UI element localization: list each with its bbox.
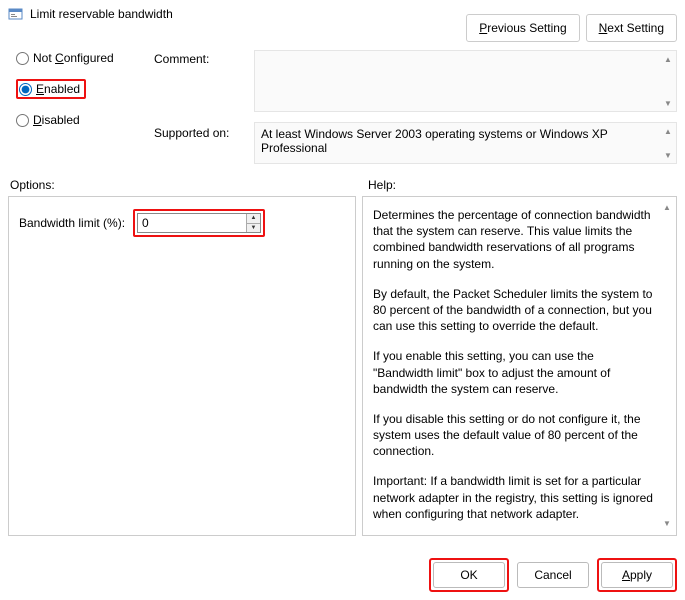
supported-textarea: At least Windows Server 2003 operating s… [254,122,677,164]
help-paragraph: Determines the percentage of connection … [373,207,654,272]
help-paragraph: If you enable this setting, you can use … [373,348,654,397]
cancel-button[interactable]: Cancel [517,562,589,588]
help-paragraph: If you disable this setting or do not co… [373,411,654,460]
comment-label: Comment: [154,50,248,112]
bandwidth-limit-highlight: ▲ ▼ [133,209,265,237]
apply-highlight: Apply [597,558,677,592]
dialog-buttons: OK Cancel Apply [429,558,677,592]
radio-disabled-input[interactable] [16,114,29,127]
bandwidth-limit-input[interactable] [138,214,246,232]
nav-buttons: Previous Setting Next Setting [466,14,677,42]
options-label: Options: [8,178,362,192]
radio-enabled-input[interactable] [19,83,32,96]
bandwidth-limit-spinner[interactable]: ▲ ▼ [137,213,261,233]
options-panel: Bandwidth limit (%): ▲ ▼ [8,196,356,536]
dialog-title: Limit reservable bandwidth [30,7,173,21]
scroll-down-icon: ▼ [660,517,674,531]
bandwidth-limit-row: Bandwidth limit (%): ▲ ▼ [19,209,345,237]
bandwidth-limit-label: Bandwidth limit (%): [19,216,125,230]
scroll-up-icon: ▲ [660,201,674,215]
help-paragraph: By default, the Packet Scheduler limits … [373,286,654,335]
top-grid: Not Configured Enabled Disabled Comment:… [8,50,677,164]
next-setting-button[interactable]: Next Setting [586,14,677,42]
panels-labels: Options: Help: [8,178,677,192]
state-radio-group: Not Configured Enabled Disabled [8,50,148,164]
radio-not-configured-label: Not Configured [33,51,114,65]
help-label: Help: [362,178,677,192]
ok-highlight: OK [429,558,509,592]
panels-row: Bandwidth limit (%): ▲ ▼ Determines the … [8,196,677,536]
radio-enabled-label: Enabled [36,82,80,96]
previous-setting-button[interactable]: Previous Setting [466,14,579,42]
help-panel: Determines the percentage of connection … [362,196,677,536]
spinner-down-button[interactable]: ▼ [247,224,260,233]
supported-label: Supported on: [154,112,248,164]
apply-button[interactable]: Apply [601,562,673,588]
policy-icon [8,6,24,22]
radio-enabled[interactable]: Enabled [14,78,148,100]
comment-textarea[interactable] [254,50,677,112]
spinner-up-button[interactable]: ▲ [247,214,260,224]
radio-disabled-label: Disabled [33,113,80,127]
policy-dialog: Limit reservable bandwidth Previous Sett… [0,0,685,600]
radio-not-configured-input[interactable] [16,52,29,65]
comment-box-wrap: ▲ ▼ [254,50,677,112]
help-paragraph: Important: If a bandwidth limit is set f… [373,473,654,522]
radio-not-configured[interactable]: Not Configured [14,50,148,66]
ok-button[interactable]: OK [433,562,505,588]
radio-disabled[interactable]: Disabled [14,112,148,128]
supported-box-wrap: At least Windows Server 2003 operating s… [254,122,677,164]
